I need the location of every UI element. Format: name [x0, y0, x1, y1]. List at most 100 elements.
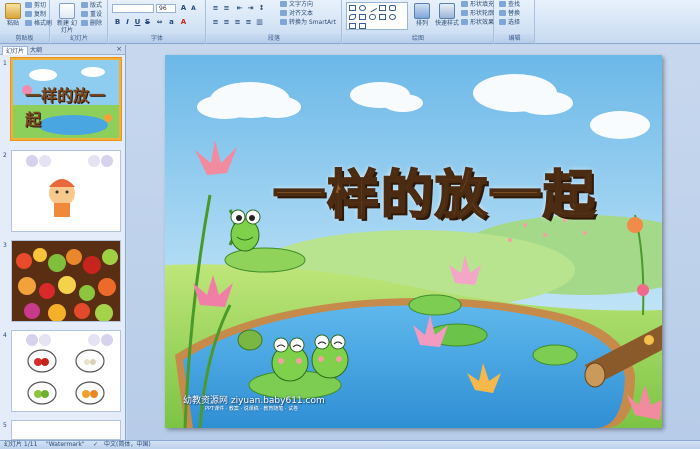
slide-thumbnail-1[interactable]: 一样的放一起 — [10, 57, 122, 141]
current-slide[interactable]: 一样的放一起 幼教资源网 ziyuan.baby611.com PPT课件 · … — [165, 55, 662, 428]
slide-number: 1 — [3, 60, 7, 67]
oval-shape-icon — [359, 5, 366, 11]
replace-button[interactable]: 替换 — [499, 10, 520, 18]
status-bar: 幻灯片 1/11 "Watermark" ✓ 中文(简体，中国) — [0, 440, 700, 449]
slide-thumbnail-2[interactable] — [11, 150, 121, 232]
delete-icon — [81, 20, 88, 26]
editing-group-label: 编辑 — [495, 34, 534, 43]
format-painter-button[interactable]: 格式刷 — [25, 20, 52, 28]
bullets-icon[interactable]: ≡ — [211, 4, 220, 12]
paste-button[interactable]: 粘贴 — [2, 1, 24, 33]
text-direction-button[interactable]: 文字方向 — [280, 1, 313, 9]
italic-icon[interactable]: I — [123, 18, 132, 26]
underline-icon[interactable]: U — [133, 18, 142, 26]
increase-indent-icon[interactable]: ⇥ — [246, 4, 255, 12]
align-right-icon[interactable]: ≡ — [233, 18, 242, 26]
copy-button[interactable]: 复制 — [25, 11, 46, 19]
paste-icon — [5, 3, 21, 19]
effects-icon — [461, 19, 468, 25]
strikethrough-icon[interactable]: S — [143, 18, 152, 26]
arrange-button[interactable]: 排列 — [411, 1, 433, 33]
align-text-button[interactable]: 对齐文本 — [280, 10, 313, 18]
watermark-subtext: PPT课件 · 教案 · 说课稿 · 教育随笔 · 试卷 — [205, 406, 299, 412]
slide-title[interactable]: 一样的放一起 — [225, 153, 645, 228]
find-button[interactable]: 查找 — [499, 1, 520, 9]
new-slide-button[interactable]: 新建 幻灯片 — [55, 1, 79, 34]
cut-button[interactable]: 剪切 — [25, 2, 46, 10]
pen-outline-icon — [461, 10, 468, 16]
star-shape-icon — [379, 14, 386, 20]
font-group-label: 字体 — [109, 34, 205, 43]
binoculars-icon — [499, 1, 506, 7]
decrease-indent-icon[interactable]: ⇤ — [235, 4, 244, 12]
slide-number: 4 — [3, 332, 7, 339]
flowchart-shape-icon — [359, 23, 366, 29]
shape-outline-button[interactable]: 形状轮廓 — [461, 10, 494, 18]
slide-number: 3 — [3, 242, 7, 249]
language-indicator[interactable]: 中文(简体，中国) — [104, 441, 151, 449]
replace-icon — [499, 10, 506, 16]
line-spacing-icon[interactable]: ↕ — [257, 4, 266, 12]
tab-outline[interactable]: 大纲 — [27, 46, 45, 55]
paragraph-group-label: 段落 — [207, 34, 341, 43]
slide-thumbnail-4[interactable] — [11, 330, 121, 412]
shape-fill-button[interactable]: 形状填充 — [461, 1, 494, 9]
layout-button[interactable]: 版式 — [81, 2, 102, 10]
align-left-icon[interactable]: ≡ — [211, 18, 220, 26]
change-case-icon[interactable]: a — [167, 18, 176, 26]
scissors-icon — [25, 2, 32, 8]
triangle-shape-icon — [359, 14, 366, 20]
smartart-icon — [280, 19, 287, 25]
frog-2 — [271, 337, 309, 382]
arrange-icon — [414, 3, 430, 19]
font-name-input[interactable] — [112, 4, 154, 13]
reset-icon — [81, 11, 88, 17]
bold-icon[interactable]: B — [113, 18, 122, 26]
slides-group: 新建 幻灯片 版式 重设 删除 幻灯片 — [51, 0, 108, 44]
theme-name[interactable]: "Watermark" — [46, 441, 85, 449]
slide-counter: 幻灯片 1/11 — [4, 441, 38, 448]
columns-icon[interactable]: ▥ — [255, 18, 264, 26]
font-color-icon[interactable]: A — [179, 18, 188, 26]
tab-slides[interactable]: 幻灯片 — [2, 46, 29, 55]
ribbon: 粘贴 剪切 复制 格式刷 剪贴板 新建 幻灯片 版式 重设 删除 幻灯片 96 … — [0, 0, 700, 44]
grow-font-icon[interactable]: A — [179, 4, 188, 12]
shapes-gallery[interactable] — [346, 2, 408, 30]
thumb2-scene — [12, 151, 120, 231]
cursor-icon — [499, 19, 506, 25]
close-panel-icon[interactable]: × — [116, 45, 122, 53]
new-slide-icon — [59, 3, 75, 19]
slide-thumbnail-3[interactable] — [11, 240, 121, 322]
editing-group: 查找 替换 选择 编辑 — [495, 0, 535, 44]
align-center-icon[interactable]: ≡ — [222, 18, 231, 26]
delete-slide-button[interactable]: 删除 — [81, 20, 102, 28]
select-button[interactable]: 选择 — [499, 19, 520, 27]
thumb4-baskets — [12, 331, 120, 411]
curve-shape-icon — [349, 14, 356, 20]
justify-icon[interactable]: ≡ — [244, 18, 253, 26]
slide-editor: 一样的放一起 幼教资源网 ziyuan.baby611.com PPT课件 · … — [127, 45, 700, 440]
slide-number: 2 — [3, 152, 7, 159]
quick-styles-button[interactable]: 快速样式 — [435, 1, 459, 33]
slide-background-scene — [165, 55, 662, 428]
thumb1-title: 一样的放一起 — [25, 86, 106, 129]
rounded-rect-shape-icon — [389, 5, 396, 11]
font-size-input[interactable]: 96 — [156, 4, 176, 13]
slide-thumbnail-5[interactable] — [11, 420, 121, 440]
char-spacing-icon[interactable]: ⇔ — [155, 18, 164, 26]
shrink-font-icon[interactable]: A — [189, 4, 198, 12]
reset-button[interactable]: 重设 — [81, 11, 102, 19]
slides-panel: 幻灯片 大纲 × 1 一样的放一起 2 3 4 5 — [0, 45, 126, 440]
layout-icon — [81, 2, 88, 8]
copy-icon — [25, 11, 32, 17]
rectangle-shape-icon — [349, 5, 356, 11]
arrow-shape-icon — [379, 5, 386, 11]
smartart-button[interactable]: 转换为 SmartArt — [280, 19, 336, 27]
quick-styles-icon — [439, 3, 455, 19]
slides-group-label: 幻灯片 — [51, 34, 107, 43]
fill-bucket-icon — [461, 1, 468, 7]
numbering-icon[interactable]: ≡ — [222, 4, 231, 12]
callout-shape-icon — [349, 23, 356, 29]
spellcheck-icon[interactable]: ✓ — [93, 441, 98, 449]
shape-effects-button[interactable]: 形状效果 — [461, 19, 494, 27]
